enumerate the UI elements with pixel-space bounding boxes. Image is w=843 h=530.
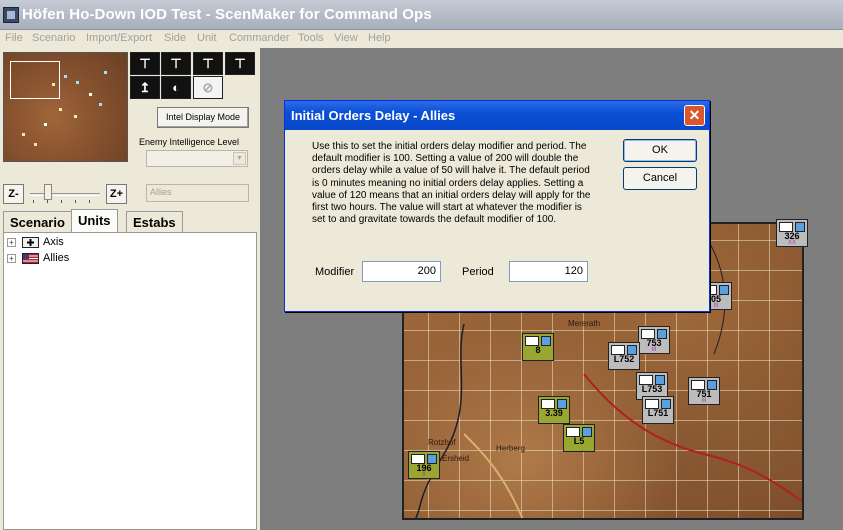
menu-tools[interactable]: Tools: [298, 32, 324, 44]
zoom-in-button[interactable]: Z+: [106, 184, 127, 204]
expand-icon[interactable]: +: [7, 254, 16, 263]
menu-import-export[interactable]: Import/Export: [86, 32, 152, 44]
zoom-slider-thumb[interactable]: [44, 184, 52, 200]
minimap-unit: [76, 81, 79, 84]
panel-tabs: Scenario Units Estabs: [0, 209, 260, 233]
menu-unit[interactable]: Unit: [197, 32, 217, 44]
menu-bar: File Scenario Import/Export Side Unit Co…: [0, 30, 843, 48]
toolbar-button-6[interactable]: ◐: [161, 76, 191, 99]
minimap-unit: [44, 123, 47, 126]
zoom-out-button[interactable]: Z-: [3, 184, 24, 204]
slider-tick: [61, 200, 62, 203]
unit-id: 3.39: [545, 408, 563, 418]
unit-tree: + Axis + Allies: [3, 232, 257, 530]
expand-icon[interactable]: +: [7, 238, 16, 247]
app-icon: [3, 7, 19, 23]
left-panel: ⊤ ⊤ ⊤ ⊤ ↥ ◐ ⊘ Intel Display Mode Enemy I…: [0, 48, 260, 530]
unit-size: II: [422, 472, 426, 478]
unit-id: L753: [641, 384, 663, 394]
unit-counter-8[interactable]: 8: [522, 333, 554, 361]
dialog-title: Initial Orders Delay - Allies: [291, 108, 456, 123]
map-place-label: Ersheid: [442, 454, 470, 463]
unit-counter-751[interactable]: 751 III: [688, 377, 720, 405]
menu-scenario[interactable]: Scenario: [32, 32, 75, 44]
unit-counter-l5[interactable]: L5: [563, 424, 595, 452]
map-place-label: Mererath: [568, 319, 601, 328]
map-place-label: Herberg: [496, 444, 525, 453]
menu-file[interactable]: File: [5, 32, 23, 44]
chevron-down-icon[interactable]: ▼: [233, 152, 246, 165]
toolbar-button-4[interactable]: ⊤: [225, 52, 255, 75]
unit-counter-196[interactable]: 196 II: [408, 451, 440, 479]
menu-help[interactable]: Help: [368, 32, 391, 44]
modifier-field[interactable]: 200: [362, 261, 441, 282]
tree-item-label: Axis: [43, 236, 64, 248]
initial-orders-delay-dialog: Initial Orders Delay - Allies ✕ Use this…: [284, 100, 710, 312]
window-titlebar: Höfen Ho-Down IOD Test - ScenMaker for C…: [0, 0, 843, 30]
intel-display-mode-button[interactable]: Intel Display Mode: [157, 107, 249, 128]
unit-counter-l751[interactable]: L751: [642, 396, 674, 424]
tab-scenario[interactable]: Scenario: [3, 211, 72, 233]
allies-flag-icon: [22, 253, 39, 264]
toolbar-button-2[interactable]: ⊤: [161, 52, 191, 75]
menu-side[interactable]: Side: [164, 32, 186, 44]
zoom-slider-track[interactable]: [30, 193, 100, 196]
toolbar-button-1[interactable]: ⊤: [130, 52, 160, 75]
unit-counter-3-39[interactable]: 3.39: [538, 396, 570, 424]
menu-view[interactable]: View: [334, 32, 358, 44]
dialog-description: Use this to set the initial orders delay…: [312, 141, 591, 226]
unit-counter-l752[interactable]: L752: [608, 342, 640, 370]
slider-tick: [33, 200, 34, 203]
minimap-unit: [99, 103, 102, 106]
unit-id: L751: [647, 408, 669, 418]
minimap-unit: [59, 108, 62, 111]
intel-level-select[interactable]: ▼: [146, 150, 248, 167]
minimap-unit: [64, 75, 67, 78]
window-title: Höfen Ho-Down IOD Test - ScenMaker for C…: [22, 6, 432, 23]
close-icon[interactable]: ✕: [684, 105, 705, 126]
modifier-label: Modifier: [315, 266, 355, 278]
toolbar-button-disabled-icon[interactable]: ⊘: [193, 76, 223, 99]
side-field: Allies: [146, 184, 249, 202]
minimap-unit: [104, 71, 107, 74]
minimap-unit: [34, 143, 37, 146]
axis-flag-icon: [22, 237, 39, 248]
minimap[interactable]: [3, 52, 128, 162]
unit-id: L752: [613, 354, 635, 364]
slider-tick: [47, 200, 48, 203]
minimap-unit: [22, 133, 25, 136]
period-label: Period: [462, 266, 494, 278]
unit-size: III: [701, 398, 707, 404]
tab-estabs[interactable]: Estabs: [126, 211, 183, 233]
tab-units[interactable]: Units: [71, 209, 118, 233]
unit-size: III: [651, 347, 657, 353]
minimap-unit: [52, 83, 55, 86]
minimap-unit: [74, 115, 77, 118]
toolbar-button-3[interactable]: ⊤: [193, 52, 223, 75]
unit-counter-753[interactable]: 753 III: [638, 326, 670, 354]
ok-button[interactable]: OK: [623, 139, 697, 162]
period-field[interactable]: 120: [509, 261, 588, 282]
unit-size: XX: [787, 240, 796, 246]
slider-tick: [89, 200, 90, 203]
map-place-label: Rotzhof: [428, 438, 456, 447]
cancel-button[interactable]: Cancel: [623, 167, 697, 190]
minimap-unit: [89, 93, 92, 96]
minimap-viewport-frame[interactable]: [10, 61, 60, 99]
intel-level-label: Enemy Intelligence Level: [139, 137, 240, 147]
menu-commander[interactable]: Commander: [229, 32, 290, 44]
unit-id: 8: [535, 345, 541, 355]
unit-id: L5: [573, 436, 585, 446]
dialog-titlebar[interactable]: Initial Orders Delay - Allies ✕: [285, 101, 709, 130]
toolbar-button-5[interactable]: ↥: [130, 76, 160, 99]
tree-item-label: Allies: [43, 252, 70, 264]
unit-counter-326[interactable]: 326 XX: [776, 219, 808, 247]
slider-tick: [75, 200, 76, 203]
